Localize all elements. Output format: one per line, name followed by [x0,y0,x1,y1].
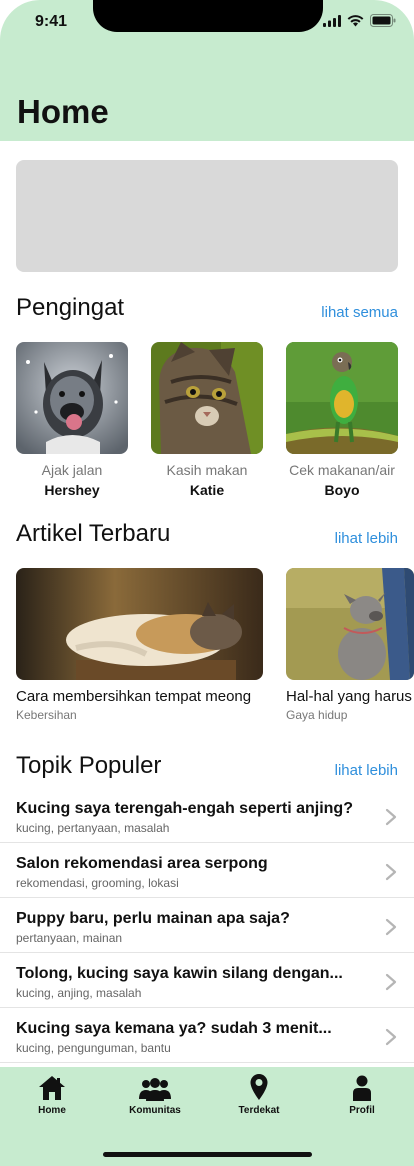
page-title: Home [17,93,109,130]
reminder-pet-name: Hershey [44,482,100,498]
articles-section-title: Artikel Terbaru [16,520,171,547]
topic-tags: kucing, pertanyaan, masalah [16,821,170,835]
signal-icon [323,14,341,27]
topic-row[interactable]: Puppy baru, perlu mainan apa saja? perta… [0,898,414,953]
tab-label: Komunitas [129,1105,181,1116]
app-header: 9:41 Home [0,0,414,141]
article-card[interactable]: Hal-hal yang harus Gaya hidup [286,568,414,722]
article-category: Kebersihan [16,708,77,722]
reminder-task: Cek makanan/air [289,462,395,478]
topic-row[interactable]: Kucing saya terengah-engah seperti anjin… [0,788,414,843]
tab-label: Terdekat [238,1105,280,1116]
sleeping-cat-photo [16,568,263,680]
tab-community[interactable]: Komunitas [115,1073,195,1116]
profile-icon [353,1075,371,1101]
dog-photo [16,342,128,454]
wifi-icon [347,14,364,26]
topic-title: Salon rekomendasi area serpong [16,855,268,872]
device-notch [93,0,323,32]
tab-label: Profil [349,1105,375,1116]
articles-see-more-link[interactable]: lihat lebih [335,530,398,547]
dog-on-grass-photo [286,568,414,680]
topic-title: Kucing saya kemana ya? sudah 3 menit... [16,1020,332,1037]
reminder-pet-name: Boyo [324,482,360,498]
chevron-right-icon [385,808,397,826]
topic-row[interactable]: Tolong, kucing saya kawin silang dengan.… [0,953,414,1008]
location-pin-icon [250,1074,268,1100]
chevron-right-icon [385,918,397,936]
tab-profile[interactable]: Profil [322,1073,402,1116]
article-card[interactable]: Cara membersihkan tempat meong Kebersiha… [16,568,263,722]
status-bar: 9:41 [0,0,414,46]
topic-tags: pertanyaan, mainan [16,931,123,945]
cat-photo [151,342,263,454]
topic-row[interactable]: Kucing saya kemana ya? sudah 3 menit... … [0,1008,414,1063]
article-title: Cara membersihkan tempat meong [16,688,252,705]
topics-see-more-link[interactable]: lihat lebih [335,762,398,779]
topic-tags: kucing, anjing, masalah [16,986,142,1000]
parrot-photo [286,342,398,454]
topic-title: Kucing saya terengah-engah seperti anjin… [16,800,353,817]
home-icon [39,1076,65,1100]
chevron-right-icon [385,973,397,991]
status-time: 9:41 [35,13,68,30]
topics-list: Kucing saya terengah-engah seperti anjin… [0,788,414,1063]
topic-title: Tolong, kucing saya kawin silang dengan.… [16,965,343,982]
reminder-task: Ajak jalan [41,462,103,478]
home-indicator [103,1152,312,1157]
topic-tags: rekomendasi, grooming, lokasi [16,876,179,890]
tab-nearby[interactable]: Terdekat [219,1073,299,1116]
battery-icon [370,14,396,27]
reminders-section-title: Pengingat [16,294,125,321]
topic-tags: kucing, pengunguman, bantu [16,1041,171,1055]
tab-home[interactable]: Home [12,1073,92,1116]
tab-label: Home [38,1105,66,1116]
reminder-task: Kasih makan [166,462,248,478]
chevron-right-icon [385,1028,397,1046]
reminder-pet-name: Katie [189,482,225,498]
article-category: Gaya hidup [286,708,348,722]
reminder-card[interactable]: Kasih makan Katie [151,342,263,498]
topics-section-title: Topik Populer [16,752,162,779]
status-icons [323,14,396,27]
reminders-see-all-link[interactable]: lihat semua [321,304,398,321]
topic-row[interactable]: Salon rekomendasi area serpong rekomenda… [0,843,414,898]
reminder-card[interactable]: Cek makanan/air Boyo [286,342,398,498]
promo-banner[interactable] [16,160,398,272]
chevron-right-icon [385,863,397,881]
community-icon [139,1078,171,1101]
article-title: Hal-hal yang harus [286,688,412,705]
topic-title: Puppy baru, perlu mainan apa saja? [16,910,290,927]
reminder-card[interactable]: Ajak jalan Hershey [16,342,128,498]
